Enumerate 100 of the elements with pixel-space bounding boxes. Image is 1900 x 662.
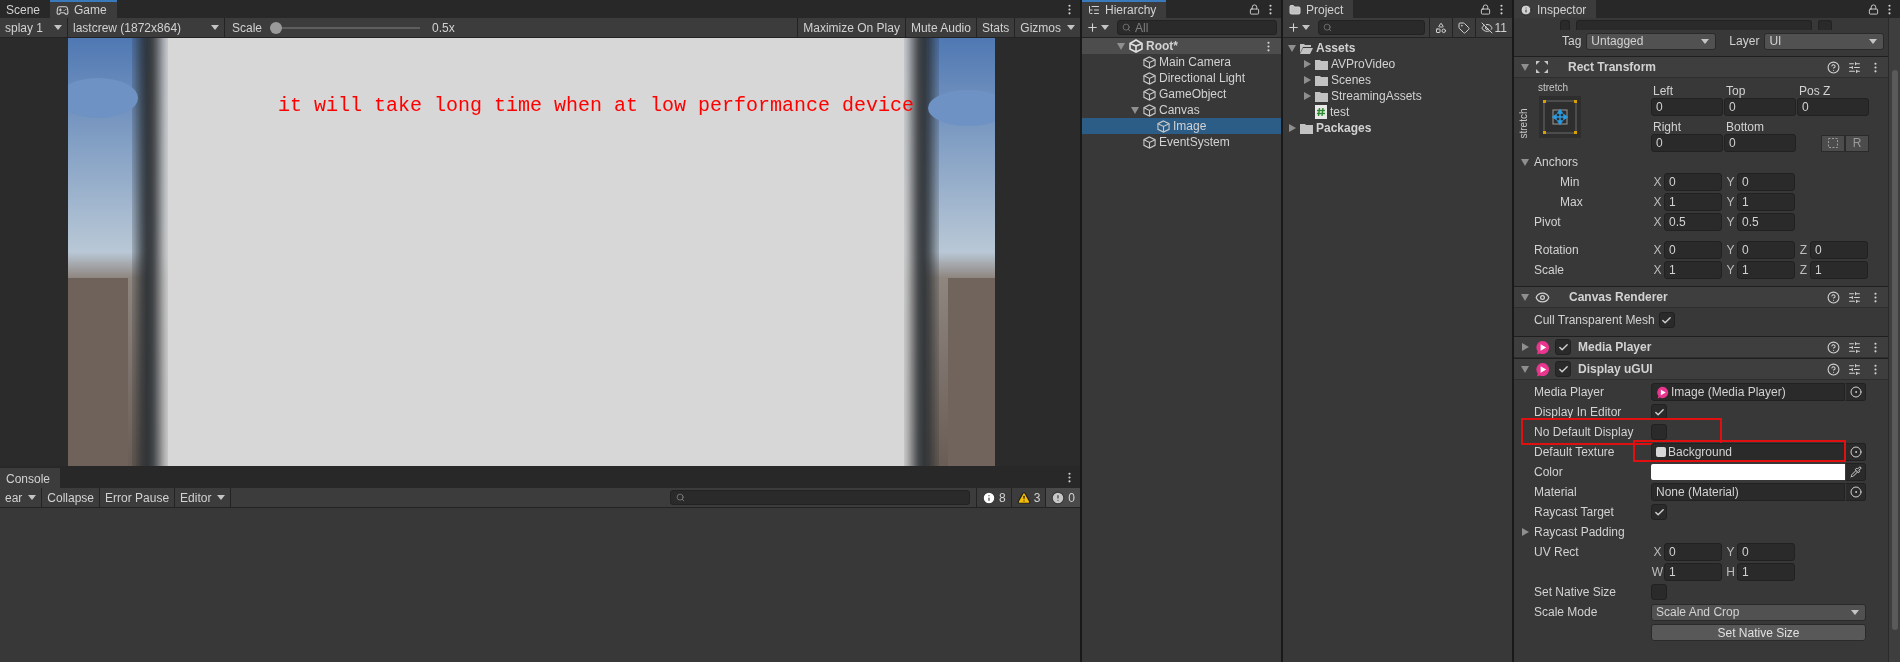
hierarchy-item[interactable]: GameObject <box>1082 86 1281 102</box>
console-button[interactable]: ear <box>0 488 43 507</box>
number-field[interactable]: 0.5 <box>1737 213 1795 231</box>
checkbox[interactable] <box>1658 312 1675 328</box>
number-field[interactable]: 0 <box>1651 134 1723 152</box>
object-picker-button[interactable] <box>1845 443 1866 461</box>
project-item[interactable]: Assets <box>1283 40 1512 56</box>
hierarchy-item[interactable]: Directional Light <box>1082 70 1281 86</box>
number-field[interactable]: 1 <box>1737 193 1795 211</box>
collapse-arrow-icon[interactable] <box>1520 292 1530 302</box>
expand-arrow-icon[interactable] <box>1302 59 1312 69</box>
number-field[interactable]: 0 <box>1651 98 1723 116</box>
project-item[interactable]: Packages <box>1283 120 1512 136</box>
anchor-preset-button[interactable] <box>1539 96 1581 138</box>
component-header[interactable]: Rect Transform <box>1514 56 1888 78</box>
panel-tab[interactable]: Inspector <box>1514 0 1597 18</box>
resolution-dropdown[interactable]: lastcrew (1872x864) <box>68 18 225 37</box>
checkbox[interactable] <box>1555 339 1571 355</box>
hierarchy-item[interactable]: Canvas <box>1082 102 1281 118</box>
number-field[interactable]: 0 <box>1724 134 1796 152</box>
collapse-arrow-icon[interactable] <box>1116 41 1126 51</box>
number-field[interactable]: 1 <box>1810 261 1868 279</box>
search-field[interactable] <box>1318 20 1425 35</box>
number-field[interactable]: 1 <box>1664 261 1722 279</box>
hierarchy-item[interactable]: Main Camera <box>1082 54 1281 70</box>
object-picker-button[interactable] <box>1845 483 1866 501</box>
foldout-label[interactable]: Raycast Padding <box>1534 525 1625 539</box>
scale-slider[interactable] <box>270 21 421 34</box>
project-item[interactable]: test <box>1283 104 1512 120</box>
set-native-size-button[interactable]: Set Native Size <box>1651 623 1866 641</box>
project-item[interactable]: Scenes <box>1283 72 1512 88</box>
collapse-arrow-icon[interactable] <box>1520 364 1530 374</box>
object-field[interactable]: Image (Media Player) <box>1651 383 1845 401</box>
tag-dropdown[interactable]: Untagged <box>1586 32 1717 50</box>
color-swatch[interactable] <box>1651 464 1845 480</box>
panel-tab[interactable]: Hierarchy <box>1082 0 1167 18</box>
eyedropper-button[interactable] <box>1845 463 1866 481</box>
number-field[interactable]: 1 <box>1664 193 1722 211</box>
settings-icon[interactable] <box>1848 290 1861 304</box>
lock-icon[interactable] <box>1249 3 1260 15</box>
collapse-arrow-icon[interactable] <box>1520 62 1530 72</box>
collapse-arrow-icon[interactable] <box>1520 157 1530 167</box>
help-icon[interactable] <box>1827 290 1840 304</box>
log-count-button[interactable]: 0 <box>1045 488 1080 507</box>
lock-icon[interactable] <box>1868 3 1879 15</box>
number-field[interactable]: 0 <box>1810 241 1868 259</box>
settings-icon[interactable] <box>1848 362 1861 376</box>
checkbox[interactable] <box>1651 424 1667 440</box>
number-field[interactable]: 0 <box>1664 241 1722 259</box>
project-item[interactable]: AVProVideo <box>1283 56 1512 72</box>
display-dropdown[interactable]: splay 1 <box>0 18 68 37</box>
hierarchy-item[interactable]: Image <box>1082 118 1281 134</box>
help-icon[interactable] <box>1827 60 1840 74</box>
checkbox[interactable] <box>1651 504 1667 520</box>
toolbar-button[interactable]: Maximize On Play <box>797 18 905 37</box>
console-button[interactable]: Editor <box>175 488 232 507</box>
number-field[interactable]: 0 <box>1737 173 1795 191</box>
number-field[interactable]: 1 <box>1664 563 1722 581</box>
panel-tab[interactable]: Project <box>1283 0 1354 18</box>
project-item[interactable]: StreamingAssets <box>1283 88 1512 104</box>
help-icon[interactable] <box>1827 362 1840 376</box>
toolbar-button[interactable]: Mute Audio <box>904 18 976 37</box>
settings-icon[interactable] <box>1848 60 1861 74</box>
expand-arrow-icon[interactable] <box>1302 91 1312 101</box>
search-field[interactable]: All <box>1117 20 1277 35</box>
help-icon[interactable] <box>1827 340 1840 354</box>
expand-arrow-icon[interactable] <box>1520 342 1530 352</box>
number-field[interactable]: 0 <box>1664 173 1722 191</box>
dropdown[interactable]: Scale And Crop <box>1651 603 1866 621</box>
console-button[interactable]: Error Pause <box>100 488 176 507</box>
number-field[interactable]: 0 <box>1737 543 1795 561</box>
scrollbar[interactable] <box>1888 18 1900 662</box>
checkbox[interactable] <box>1555 361 1571 377</box>
collapse-arrow-icon[interactable] <box>1130 105 1140 115</box>
toolbar-button[interactable]: Stats <box>975 18 1015 37</box>
number-field[interactable]: 0 <box>1664 543 1722 561</box>
expand-arrow-icon[interactable] <box>1302 75 1312 85</box>
hierarchy-item[interactable]: Root* <box>1082 38 1281 54</box>
number-field[interactable]: 0.5 <box>1664 213 1722 231</box>
panel-tab[interactable]: Console <box>0 468 61 488</box>
object-field[interactable]: Background <box>1651 443 1845 461</box>
blueprint-mode-button[interactable] <box>1821 134 1845 152</box>
number-field[interactable]: 1 <box>1737 563 1795 581</box>
component-header[interactable]: Canvas Renderer <box>1514 286 1888 308</box>
toolbar-button[interactable]: Gizmos <box>1014 18 1080 37</box>
slider-thumb[interactable] <box>270 21 283 34</box>
number-field[interactable]: 1 <box>1737 261 1795 279</box>
layer-dropdown[interactable]: UI <box>1764 32 1885 50</box>
expand-arrow-icon[interactable] <box>1520 527 1530 537</box>
panel-tab[interactable]: Game <box>50 0 117 18</box>
object-picker-button[interactable] <box>1845 383 1866 401</box>
log-count-button[interactable]: 8 <box>975 488 1011 507</box>
foldout-label[interactable]: Anchors <box>1534 155 1579 169</box>
number-field[interactable]: 0 <box>1797 98 1869 116</box>
collapse-arrow-icon[interactable] <box>1287 43 1297 53</box>
hidden-packages-button[interactable]: 11 <box>1474 18 1512 37</box>
object-field[interactable]: None (Material) <box>1651 483 1845 501</box>
search-field[interactable] <box>669 490 970 505</box>
number-field[interactable]: 0 <box>1737 241 1795 259</box>
number-field[interactable]: 0 <box>1724 98 1796 116</box>
